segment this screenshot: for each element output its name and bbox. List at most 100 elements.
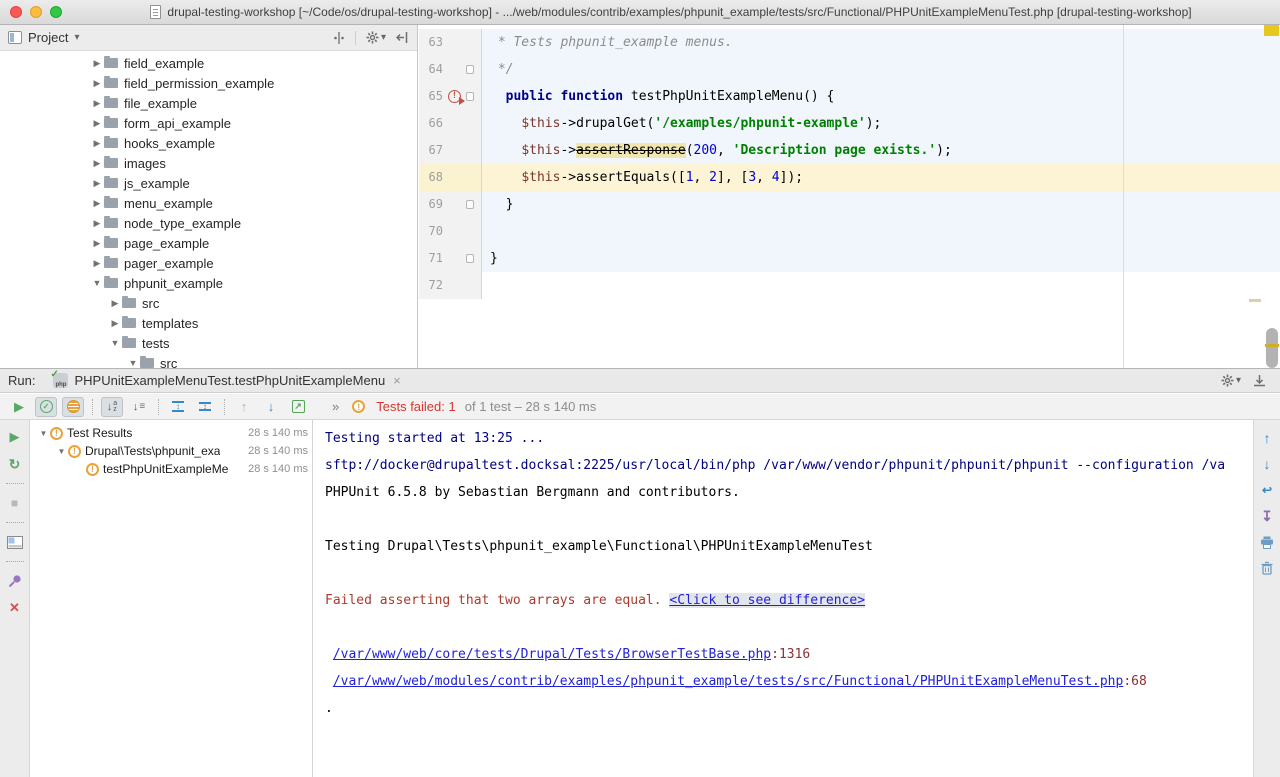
view-diff-link[interactable]: <Click to see difference>: [669, 593, 865, 608]
chevron-collapsed-icon[interactable]: ▶: [90, 238, 104, 249]
minimize-window-button[interactable]: [30, 6, 42, 18]
close-tab-icon[interactable]: ×: [393, 373, 401, 388]
code-line[interactable]: [482, 218, 1280, 245]
code-line[interactable]: $this->assertResponse(200, 'Description …: [482, 137, 1280, 164]
tree-item-field_example[interactable]: ▶field_example: [0, 53, 417, 73]
tree-item-src[interactable]: ▼src: [0, 353, 417, 368]
tree-item-form_api_example[interactable]: ▶form_api_example: [0, 113, 417, 133]
test-tree-item[interactable]: ▼!Drupal\Tests\phpunit_exa28 s 140 ms: [31, 442, 312, 460]
tree-item-images[interactable]: ▶images: [0, 153, 417, 173]
editor-line[interactable]: 66 $this->drupalGet('/examples/phpunit-e…: [419, 110, 1280, 137]
gear-icon[interactable]: ▾: [1221, 374, 1241, 387]
chevron-collapsed-icon[interactable]: ▶: [90, 118, 104, 129]
hide-panel-icon[interactable]: [396, 31, 409, 44]
chevron-expanded-icon[interactable]: ▼: [90, 278, 104, 288]
scroll-from-source-icon[interactable]: [333, 31, 345, 45]
code-line[interactable]: }: [482, 191, 1280, 218]
gear-icon[interactable]: ▾: [366, 31, 386, 44]
sort-alphabetically-button[interactable]: ↓ az: [101, 397, 123, 417]
tree-item-menu_example[interactable]: ▶menu_example: [0, 193, 417, 213]
run-tab[interactable]: php ✓ PHPUnitExampleMenuTest.testPhpUnit…: [45, 369, 408, 392]
pin-tab-button[interactable]: [5, 572, 25, 590]
editor-line[interactable]: 68 $this->assertEquals([1, 2], [3, 4]);: [419, 164, 1280, 191]
rerun-failed-tests-button[interactable]: ▶: [5, 428, 25, 446]
clear-all-button[interactable]: [1258, 560, 1276, 576]
chevron-collapsed-icon[interactable]: ▶: [90, 218, 104, 229]
chevron-collapsed-icon[interactable]: ▶: [90, 138, 104, 149]
export-test-results-button[interactable]: ↗: [287, 397, 309, 417]
test-console-output[interactable]: Testing started at 13:25 ...sftp://docke…: [314, 420, 1253, 777]
chevron-down-icon[interactable]: ▾: [74, 32, 79, 43]
expand-all-button[interactable]: ↕: [167, 397, 189, 417]
code-line[interactable]: public function testPhpUnitExampleMenu()…: [482, 83, 1280, 110]
tree-item-file_example[interactable]: ▶file_example: [0, 93, 417, 113]
fold-marker-icon[interactable]: [466, 200, 474, 209]
up-the-stack-trace-button[interactable]: ↑: [1258, 430, 1276, 446]
tree-item-node_type_example[interactable]: ▶node_type_example: [0, 213, 417, 233]
chevron-expanded-icon[interactable]: ▼: [37, 429, 50, 438]
code-line[interactable]: $this->assertEquals([1, 2], [3, 4]);: [482, 164, 1280, 191]
test-tree-item[interactable]: ▼!Test Results28 s 140 ms: [31, 424, 312, 442]
tree-item-src[interactable]: ▶src: [0, 293, 417, 313]
chevron-expanded-icon[interactable]: ▼: [108, 338, 122, 348]
chevron-collapsed-icon[interactable]: ▶: [90, 98, 104, 109]
editor-line[interactable]: 65! public function testPhpUnitExampleMe…: [419, 83, 1280, 110]
editor-line[interactable]: 72: [419, 272, 1280, 299]
chevron-collapsed-icon[interactable]: ▶: [90, 178, 104, 189]
code-line[interactable]: * Tests phpunit_example menus.: [482, 29, 1280, 56]
fold-marker-icon[interactable]: [466, 65, 474, 74]
code-line[interactable]: }: [482, 245, 1280, 272]
fold-marker-icon[interactable]: [466, 92, 474, 101]
zoom-window-button[interactable]: [50, 6, 62, 18]
tree-item-tests[interactable]: ▼tests: [0, 333, 417, 353]
warning-stripe-mark[interactable]: [1265, 344, 1279, 347]
chevron-collapsed-icon[interactable]: ▶: [108, 318, 122, 329]
close-window-button[interactable]: [10, 6, 22, 18]
code-editor[interactable]: 63 * Tests phpunit_example menus.64 */65…: [419, 25, 1280, 368]
inspection-status-indicator[interactable]: [1264, 25, 1279, 36]
sort-by-duration-button[interactable]: ↓ ≡: [128, 397, 150, 417]
chevrons-icon[interactable]: »: [332, 399, 339, 414]
tree-item-templates[interactable]: ▶templates: [0, 313, 417, 333]
chevron-expanded-icon[interactable]: ▼: [126, 358, 140, 368]
print-button[interactable]: [1258, 534, 1276, 550]
collapse-all-button[interactable]: ↕: [194, 397, 216, 417]
editor-scrollbar-thumb[interactable]: [1266, 328, 1278, 368]
editor-line[interactable]: 70: [419, 218, 1280, 245]
chevron-collapsed-icon[interactable]: ▶: [90, 198, 104, 209]
code-line[interactable]: $this->drupalGet('/examples/phpunit-exam…: [482, 110, 1280, 137]
file-link[interactable]: /var/www/web/core/tests/Drupal/Tests/Bro…: [333, 647, 771, 662]
tree-item-page_example[interactable]: ▶page_example: [0, 233, 417, 253]
stop-button[interactable]: ■: [5, 494, 25, 512]
editor-line[interactable]: 67 $this->assertResponse(200, 'Descripti…: [419, 137, 1280, 164]
chevron-collapsed-icon[interactable]: ▶: [108, 298, 122, 309]
toggle-auto-test-button[interactable]: ↻: [5, 455, 25, 473]
tree-item-phpunit_example[interactable]: ▼phpunit_example: [0, 273, 417, 293]
fold-marker-icon[interactable]: [466, 254, 474, 263]
down-the-stack-trace-button[interactable]: ↓: [1258, 456, 1276, 472]
test-tree-item[interactable]: !testPhpUnitExampleMe28 s 140 ms: [31, 460, 312, 478]
chevron-collapsed-icon[interactable]: ▶: [90, 78, 104, 89]
chevron-collapsed-icon[interactable]: ▶: [90, 158, 104, 169]
close-panel-button[interactable]: ✕: [5, 599, 25, 617]
file-link[interactable]: /var/www/web/modules/contrib/examples/ph…: [333, 674, 1124, 689]
chevron-collapsed-icon[interactable]: ▶: [90, 258, 104, 269]
show-passed-button[interactable]: ✓: [35, 397, 57, 417]
project-panel-title[interactable]: Project: [28, 30, 68, 45]
hide-panel-icon[interactable]: [1253, 374, 1266, 387]
tree-item-hooks_example[interactable]: ▶hooks_example: [0, 133, 417, 153]
tree-item-field_permission_example[interactable]: ▶field_permission_example: [0, 73, 417, 93]
editor-line[interactable]: 63 * Tests phpunit_example menus.: [419, 29, 1280, 56]
editor-line[interactable]: 69 }: [419, 191, 1280, 218]
restore-layout-button[interactable]: [5, 533, 25, 551]
tree-item-js_example[interactable]: ▶js_example: [0, 173, 417, 193]
chevron-collapsed-icon[interactable]: ▶: [90, 58, 104, 69]
code-line[interactable]: [482, 272, 1280, 299]
scroll-to-end-button[interactable]: ↧: [1258, 508, 1276, 524]
editor-line[interactable]: 64 */: [419, 56, 1280, 83]
tree-item-pager_example[interactable]: ▶pager_example: [0, 253, 417, 273]
previous-failed-test-button[interactable]: ↑: [233, 397, 255, 417]
rerun-button[interactable]: ▶: [8, 397, 30, 417]
warning-stripe-mark[interactable]: [1249, 299, 1261, 302]
code-line[interactable]: */: [482, 56, 1280, 83]
